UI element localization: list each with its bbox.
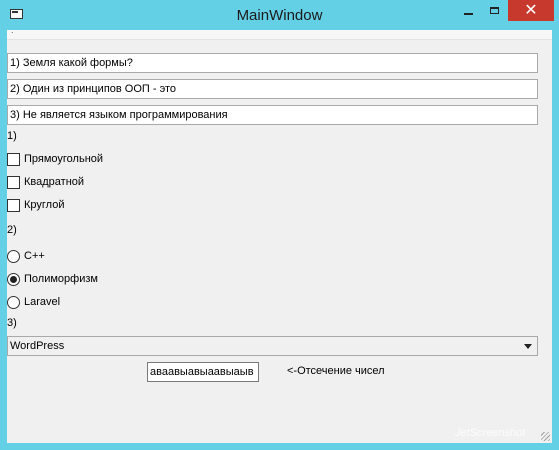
- radio-circle[interactable]: [7, 295, 20, 309]
- checkbox-rectangular[interactable]: Прямоугольной: [7, 151, 103, 167]
- close-button[interactable]: ✕: [508, 0, 554, 21]
- checkbox-box[interactable]: [7, 175, 20, 189]
- minimize-button[interactable]: [455, 0, 481, 21]
- question-3-field[interactable]: 3) Не является языком программирования: [7, 105, 538, 125]
- checkbox-label: Прямоугольной: [24, 153, 104, 165]
- section-2-label: 2): [7, 224, 17, 236]
- checkbox-round[interactable]: Круглой: [7, 197, 64, 213]
- size-grip-icon[interactable]: [541, 432, 550, 441]
- question-2-field[interactable]: 2) Один из принципов ООП - это: [7, 79, 538, 99]
- minimize-icon: [463, 12, 473, 15]
- title-bar[interactable]: MainWindow ✕: [0, 0, 559, 30]
- truncate-input[interactable]: аваавыавыаавыаыв: [147, 362, 259, 382]
- checkbox-label: Круглой: [24, 199, 65, 211]
- radio-label: C++: [24, 250, 45, 262]
- checkbox-label: Квадратной: [24, 176, 85, 188]
- radio-cpp[interactable]: C++: [7, 248, 45, 264]
- radio-circle[interactable]: [7, 249, 20, 263]
- maximize-icon: [489, 7, 499, 14]
- combobox-value: WordPress: [10, 340, 65, 352]
- checkbox-box[interactable]: [7, 152, 20, 166]
- question-1-field[interactable]: 1) Земля какой формы?: [7, 53, 538, 73]
- truncate-label: <-Отсечение чисел: [287, 365, 385, 377]
- close-icon: ✕: [524, 1, 538, 19]
- menu-bar-text: .: [11, 25, 14, 35]
- radio-circle-selected[interactable]: [7, 272, 20, 286]
- main-window-client: . 1) Земля какой формы? 2) Один из принц…: [7, 25, 552, 443]
- menu-bar[interactable]: .: [7, 25, 552, 40]
- dropdown-arrow-icon[interactable]: [524, 344, 532, 349]
- watermark: JetScreenshot: [455, 427, 526, 439]
- checkbox-square[interactable]: Квадратной: [7, 174, 84, 190]
- radio-label: Полиморфизм: [24, 273, 98, 285]
- radio-laravel[interactable]: Laravel: [7, 294, 60, 310]
- language-combobox[interactable]: WordPress: [7, 336, 538, 356]
- section-3-label: 3): [7, 317, 17, 329]
- radio-polymorphism[interactable]: Полиморфизм: [7, 271, 98, 287]
- maximize-button[interactable]: [481, 0, 507, 21]
- radio-label: Laravel: [24, 296, 61, 308]
- checkbox-box[interactable]: [7, 198, 20, 212]
- section-1-label: 1): [7, 130, 17, 142]
